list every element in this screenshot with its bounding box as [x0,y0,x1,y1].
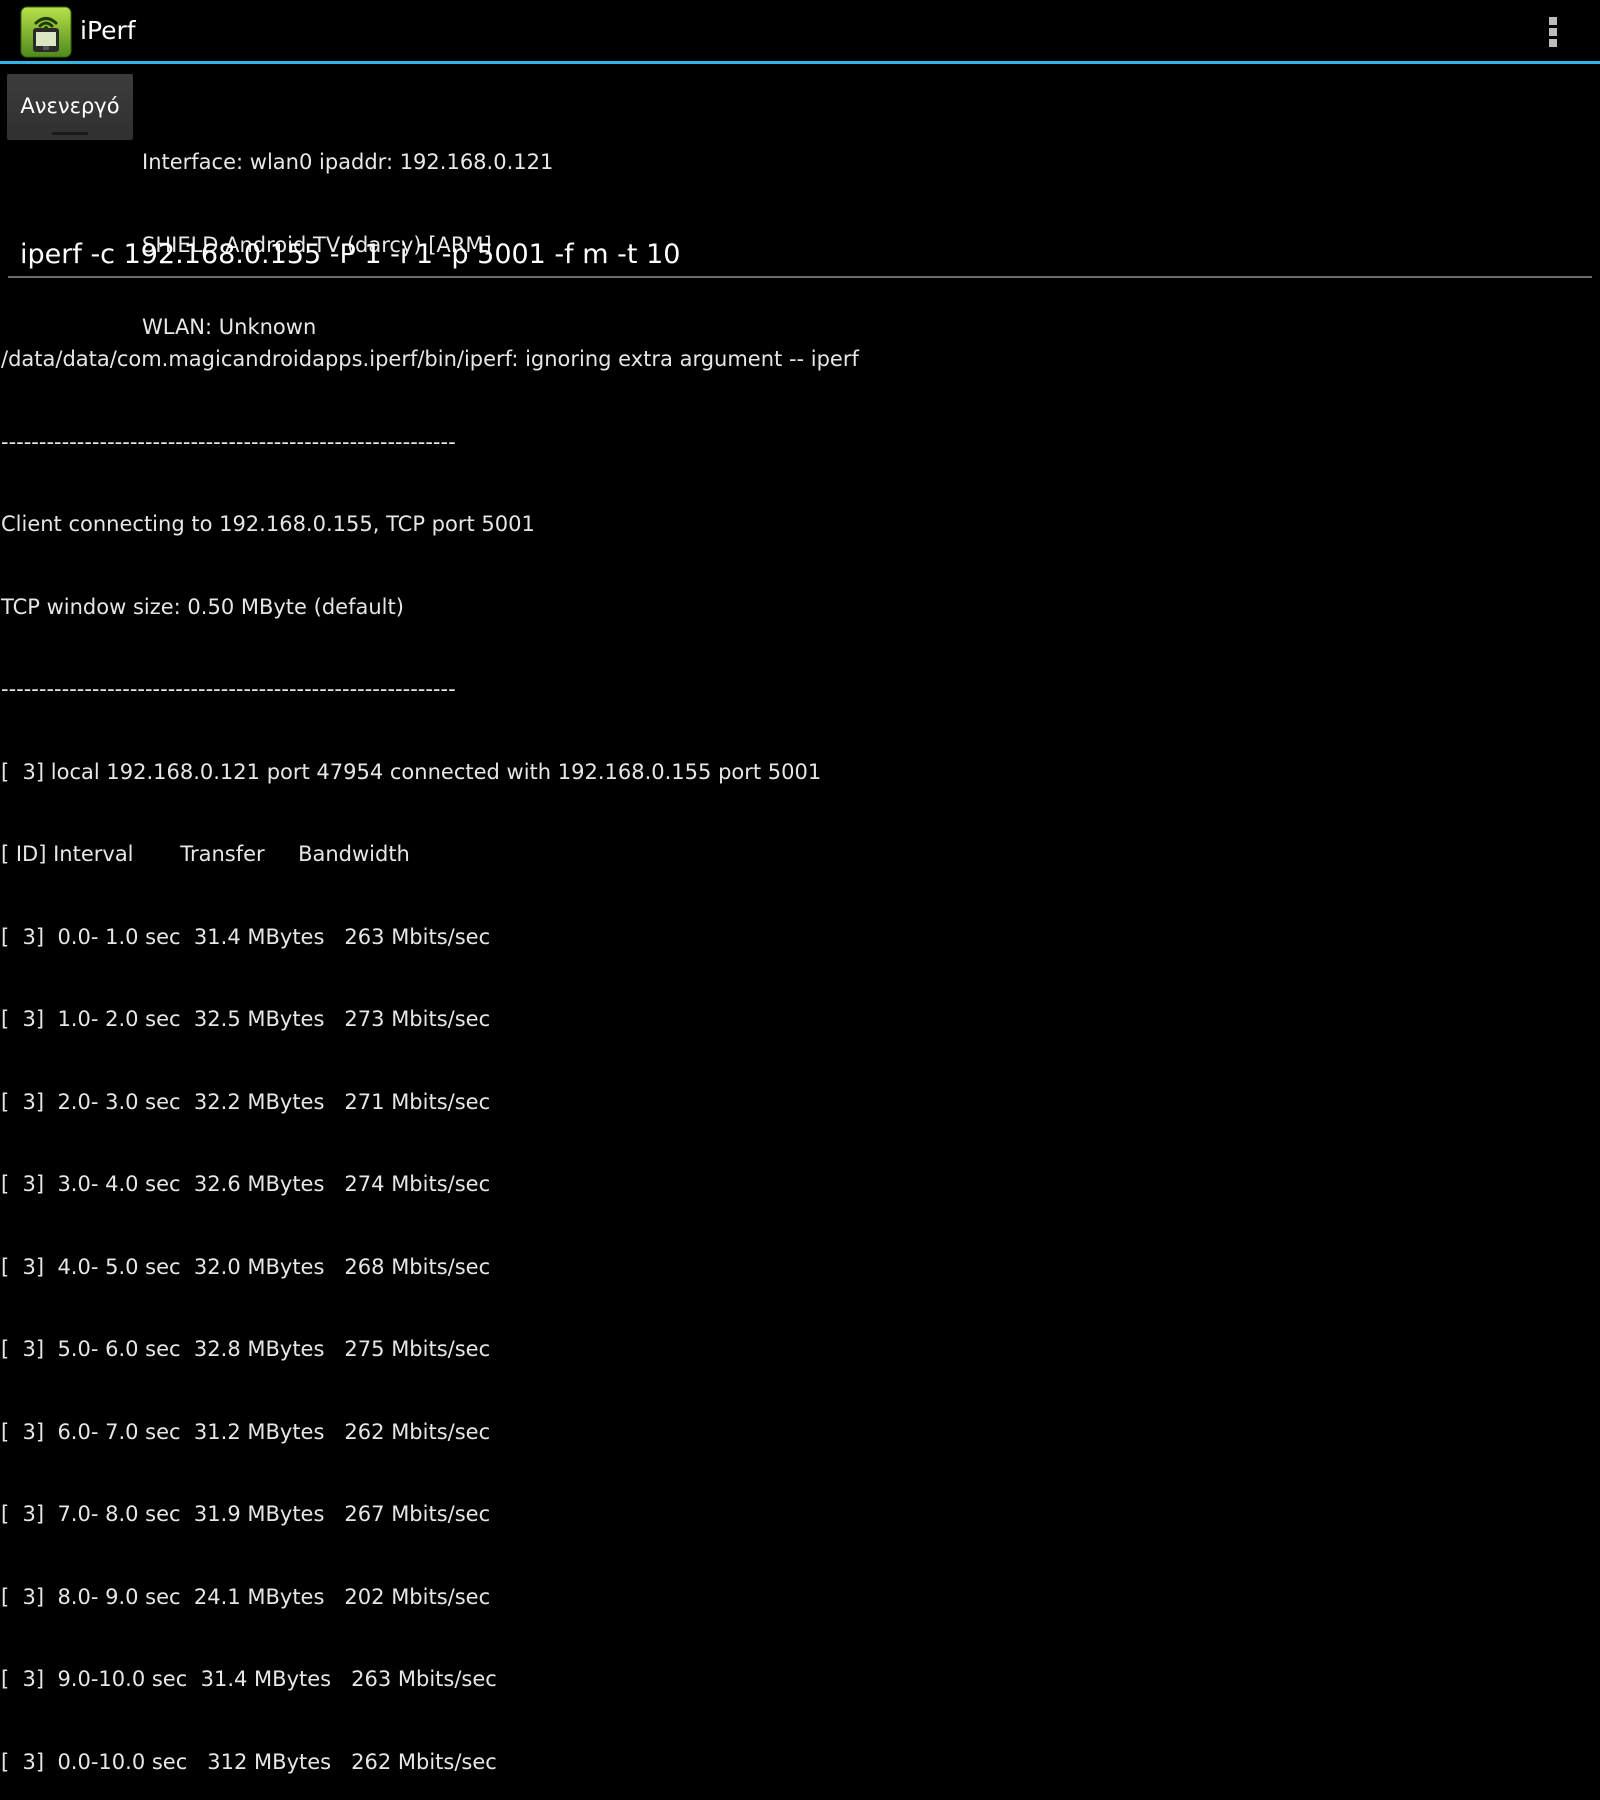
output-line: Client connecting to 192.168.0.155, TCP … [1,512,535,536]
output-result-row: [ 3] 0.0- 1.0 sec 31.4 MBytes 263 Mbits/… [1,924,491,949]
output-result-row: [ 3] 6.0- 7.0 sec 31.2 MBytes 262 Mbits/… [1,1419,491,1444]
output-line: [ 3] local 192.168.0.121 port 47954 conn… [1,759,822,784]
device-info-interface: Interface: wlan0 ipaddr: 192.168.0.121 [142,150,554,174]
output-separator: ----------------------------------------… [1,429,456,454]
output-result-row: [ 3] 8.0- 9.0 sec 24.1 MBytes 202 Mbits/… [1,1584,491,1609]
toggle-label: Ανενεργό [20,94,120,118]
menu-dot [1549,39,1557,47]
menu-dot [1549,28,1557,36]
app-title: iPerf [80,16,136,45]
output-summary-row: [ 3] 0.0-10.0 sec 312 MBytes 262 Mbits/s… [1,1749,497,1774]
menu-dot [1549,17,1557,25]
overflow-menu-icon[interactable] [1538,14,1568,54]
toggle-button[interactable]: Ανενεργό [7,74,133,140]
output-result-row: [ 3] 7.0- 8.0 sec 31.9 MBytes 267 Mbits/… [1,1502,491,1526]
output-log: /data/data/com.magicandroidapps.iperf/bi… [1,291,1591,1800]
output-result-row: [ 3] 4.0- 5.0 sec 32.0 MBytes 268 Mbits/… [1,1254,491,1279]
output-result-row: [ 3] 1.0- 2.0 sec 32.5 MBytes 273 Mbits/… [1,1007,491,1031]
command-input[interactable] [8,232,1592,278]
output-line: TCP window size: 0.50 MByte (default) [1,594,404,619]
output-result-row: [ 3] 5.0- 6.0 sec 32.8 MBytes 275 Mbits/… [1,1337,491,1361]
output-header-row: [ ID] Interval Transfer Bandwidth [1,842,410,866]
output-result-row: [ 3] 9.0-10.0 sec 31.4 MBytes 263 Mbits/… [1,1667,497,1691]
action-bar: iPerf [0,0,1600,64]
output-line: /data/data/com.magicandroidapps.iperf/bi… [1,347,859,371]
output-result-row: [ 3] 3.0- 4.0 sec 32.6 MBytes 274 Mbits/… [1,1172,491,1196]
toggle-indicator [52,132,88,135]
output-separator: ----------------------------------------… [1,677,456,701]
output-result-row: [ 3] 2.0- 3.0 sec 32.2 MBytes 271 Mbits/… [1,1089,491,1114]
iperf-app-icon[interactable] [20,6,72,58]
